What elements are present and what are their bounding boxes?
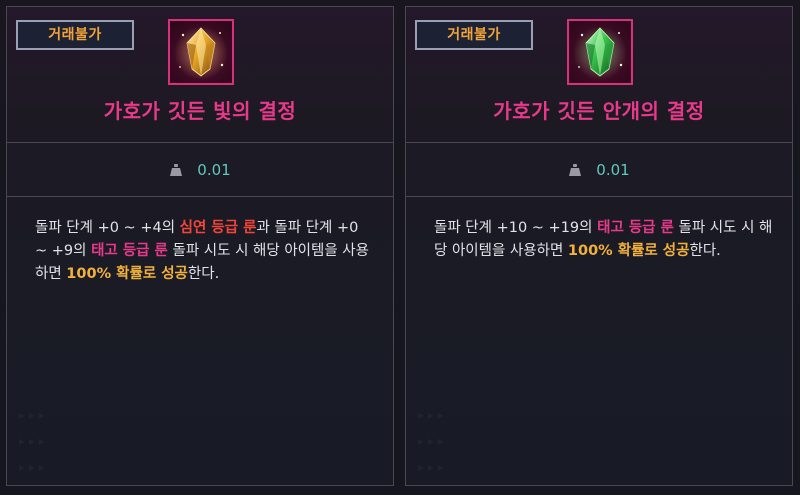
desc-success-rate: 100% 확률로 성공 <box>567 243 690 259</box>
golden-crystal-icon[interactable] <box>168 19 234 85</box>
item-name: 가호가 깃든 안개의 결정 <box>493 99 705 123</box>
weight-value: 0.01 <box>596 160 630 179</box>
item-panel-mist-crystal: 거래불가 가호가 깃든 안개의 결정 0.01 돌파 단계 +10 ~ +19의… <box>405 6 793 486</box>
desc-text: 한다. <box>187 266 220 282</box>
item-description: 돌파 단계 +10 ~ +19의 태고 등급 룬 돌파 시도 시 해당 아이템을… <box>434 217 774 263</box>
desc-abyss-grade-rune: 심연 등급 룬 <box>179 220 257 236</box>
desc-text: 한다. <box>689 243 721 259</box>
desc-text: 돌파 단계 +0 ~ +4의 <box>35 220 180 236</box>
weight-icon <box>569 163 582 176</box>
weight-row: 0.01 <box>7 143 393 197</box>
untradable-badge: 거래불가 <box>415 20 533 50</box>
desc-success-rate: 100% 확률로 성공 <box>66 266 188 282</box>
untradable-badge: 거래불가 <box>16 20 134 50</box>
item-name: 가호가 깃든 빛의 결정 <box>103 99 297 123</box>
item-panel-light-crystal: 거래불가 가호가 깃든 빛의 결정 0.01 돌파 단계 +0 ~ +4의 심연… <box>6 6 394 486</box>
weight-value: 0.01 <box>197 160 231 179</box>
golden-crystal-graphic <box>174 26 228 80</box>
desc-text: 돌파 단계 +10 ~ +19의 <box>434 220 598 236</box>
green-crystal-graphic <box>573 26 627 80</box>
green-crystal-icon[interactable] <box>567 19 633 85</box>
item-description: 돌파 단계 +0 ~ +4의 심연 등급 룬과 돌파 단계 +0 ~ +9의 태… <box>35 217 375 286</box>
desc-ancient-grade-rune: 태고 등급 룬 <box>91 243 168 259</box>
item-tooltip-comparison: 거래불가 가호가 깃든 빛의 결정 0.01 돌파 단계 +0 ~ +4의 심연… <box>0 0 800 495</box>
weight-icon <box>170 163 183 176</box>
background-watermark: ▸ ▸ ▸ ▸ ▸ ▸ ▸ ▸ ▸ <box>19 408 45 474</box>
item-header: 거래불가 <box>406 7 792 143</box>
weight-row: 0.01 <box>406 143 792 197</box>
desc-ancient-grade-rune: 태고 등급 룬 <box>597 220 674 236</box>
item-header: 거래불가 <box>7 7 393 143</box>
background-watermark: ▸ ▸ ▸ ▸ ▸ ▸ ▸ ▸ ▸ <box>418 408 444 474</box>
